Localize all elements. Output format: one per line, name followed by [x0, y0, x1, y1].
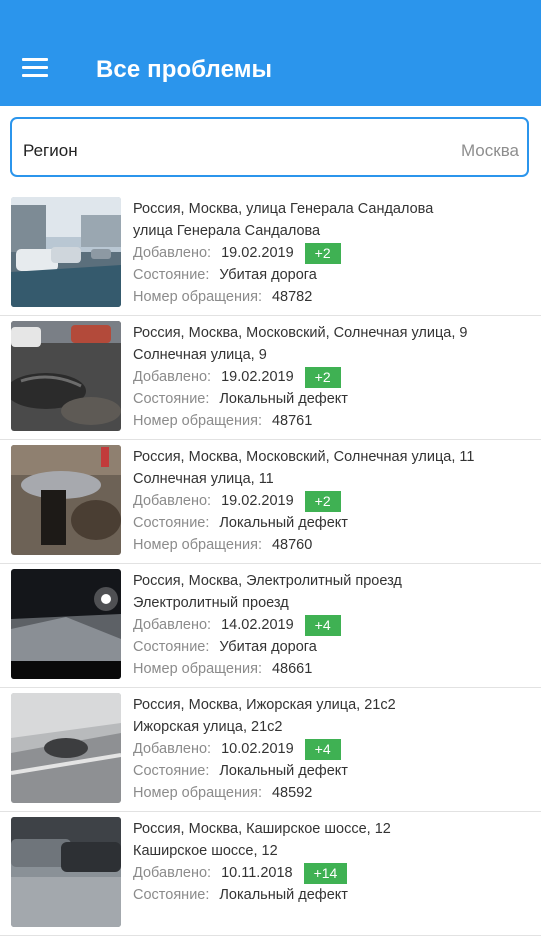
problem-address: Россия, Москва, Ижорская улица, 21с2 — [133, 697, 396, 713]
problem-address: Россия, Москва, Каширское шоссе, 12 — [133, 821, 391, 837]
added-label: Добавлено: — [133, 369, 212, 385]
added-label: Добавлено: — [133, 493, 212, 509]
request-number: 48782 — [271, 289, 313, 305]
state-value: Локальный дефект — [219, 887, 348, 903]
problem-photo — [11, 321, 121, 431]
problem-list: Россия, Москва, улица Генерала Сандалова… — [0, 192, 541, 936]
added-date: 10.02.2019 — [221, 741, 294, 757]
added-label: Добавлено: — [133, 617, 212, 633]
votes-badge: +2 — [304, 242, 341, 264]
added-date: 19.02.2019 — [221, 369, 294, 385]
request-number: 48761 — [271, 413, 313, 429]
added-label: Добавлено: — [133, 245, 212, 261]
state-label: Состояние: — [133, 639, 210, 655]
added-date: 14.02.2019 — [221, 617, 294, 633]
problem-address: Россия, Москва, улица Генерала Сандалова — [133, 201, 434, 217]
added-date: 19.02.2019 — [221, 493, 294, 509]
votes-badge: +2 — [304, 490, 341, 512]
problem-address: Россия, Москва, Московский, Солнечная ул… — [133, 449, 475, 465]
page-title: Все проблемы — [96, 56, 273, 83]
problem-street: Солнечная улица, 11 — [133, 471, 274, 487]
state-value: Убитая дорога — [219, 267, 317, 283]
state-label: Состояние: — [133, 515, 210, 531]
problem-item[interactable]: Россия, Москва, Электролитный проезд Эле… — [0, 564, 541, 688]
number-label: Номер обращения: — [133, 289, 262, 305]
state-label: Состояние: — [133, 391, 210, 407]
state-value: Убитая дорога — [219, 639, 317, 655]
votes-badge: +4 — [304, 614, 341, 636]
votes-badge: +2 — [304, 366, 341, 388]
added-date: 19.02.2019 — [221, 245, 294, 261]
problem-item[interactable]: Россия, Москва, Ижорская улица, 21с2 Ижо… — [0, 688, 541, 812]
state-label: Состояние: — [133, 267, 210, 283]
problem-photo — [11, 817, 121, 927]
problem-address: Россия, Москва, Московский, Солнечная ул… — [133, 325, 468, 341]
votes-badge: +14 — [303, 862, 348, 884]
problem-photo — [11, 693, 121, 803]
problem-item[interactable]: Россия, Москва, Каширское шоссе, 12 Каши… — [0, 812, 541, 936]
problem-photo — [11, 569, 121, 679]
region-selector[interactable]: Регион Москва — [10, 117, 529, 177]
problem-photo — [11, 197, 121, 307]
number-label: Номер обращения: — [133, 537, 262, 553]
state-value: Локальный дефект — [219, 391, 348, 407]
state-value: Локальный дефект — [219, 515, 348, 531]
problem-address: Россия, Москва, Электролитный проезд — [133, 573, 402, 589]
problem-street: Каширское шоссе, 12 — [133, 843, 278, 859]
problem-street: улица Генерала Сандалова — [133, 223, 321, 239]
added-label: Добавлено: — [133, 741, 212, 757]
app-bar: Все проблемы — [0, 0, 541, 106]
number-label: Номер обращения: — [133, 785, 262, 801]
problem-photo — [11, 445, 121, 555]
problem-street: Солнечная улица, 9 — [133, 347, 267, 363]
request-number: 48661 — [271, 661, 313, 677]
request-number: 48592 — [271, 785, 313, 801]
state-label: Состояние: — [133, 763, 210, 779]
problem-street: Ижорская улица, 21с2 — [133, 719, 283, 735]
number-label: Номер обращения: — [133, 413, 262, 429]
state-value: Локальный дефект — [219, 763, 348, 779]
request-number: 48760 — [271, 537, 313, 553]
state-label: Состояние: — [133, 887, 210, 903]
added-date: 10.11.2018 — [221, 865, 293, 881]
region-value: Москва — [460, 141, 519, 160]
region-label: Регион — [23, 141, 78, 160]
votes-badge: +4 — [304, 738, 341, 760]
number-label: Номер обращения: — [133, 661, 262, 677]
hamburger-menu-icon[interactable] — [22, 58, 50, 80]
problem-street: Электролитный проезд — [133, 595, 289, 611]
problem-item[interactable]: Россия, Москва, Московский, Солнечная ул… — [0, 316, 541, 440]
problem-item[interactable]: Россия, Москва, улица Генерала Сандалова… — [0, 192, 541, 316]
added-label: Добавлено: — [133, 865, 212, 881]
problem-item[interactable]: Россия, Москва, Московский, Солнечная ул… — [0, 440, 541, 564]
